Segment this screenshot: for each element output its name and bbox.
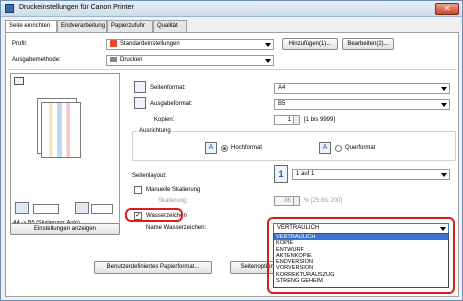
output-method-value: Drucken bbox=[120, 57, 143, 63]
profile-label: Profil: bbox=[12, 41, 28, 47]
duplex-icon[interactable] bbox=[91, 204, 113, 214]
copies-label: Kopien: bbox=[154, 117, 175, 123]
close-button[interactable]: ✕ bbox=[435, 3, 459, 15]
spin-arrows-icon[interactable] bbox=[293, 116, 299, 124]
printer-settings-window: Druckeinstellungen für Canon Printer ✕ S… bbox=[0, 0, 463, 301]
page-layout-value: 1 auf 1 bbox=[296, 171, 315, 177]
output-method-label: Ausgabemethode: bbox=[12, 57, 61, 63]
window-title: Druckeinstellungen für Canon Printer bbox=[19, 4, 134, 11]
output-size-label: Ausgabeformat: bbox=[150, 101, 193, 107]
add-profile-button[interactable]: Hinzufügen(1)... bbox=[282, 38, 338, 50]
page-preview: A4 -> B5 (Skalierung: Auto) bbox=[10, 73, 120, 231]
page-layout-select[interactable]: 1 auf 1 bbox=[292, 169, 450, 180]
page-size-icon bbox=[134, 81, 146, 93]
tab-quality[interactable]: Qualität bbox=[153, 20, 187, 32]
orientation-group: Ausrichtung A Hochformat A Querformat bbox=[132, 128, 456, 161]
divider bbox=[8, 69, 457, 70]
page-size-select[interactable]: A4 bbox=[274, 83, 450, 94]
booklet-icon bbox=[75, 202, 89, 214]
edit-profile-button[interactable]: Bearbeiten(2)... bbox=[342, 38, 394, 50]
output-size-select[interactable]: B5 bbox=[274, 99, 450, 110]
landscape-label: Querformat bbox=[345, 145, 376, 151]
profile-select[interactable]: Standardeinstellungen bbox=[106, 39, 274, 50]
preview-mode-icon[interactable] bbox=[14, 77, 24, 85]
preview-page-front bbox=[41, 102, 81, 158]
chevron-down-icon bbox=[441, 173, 447, 177]
copies-range: [1 bis 9999] bbox=[304, 117, 336, 123]
chevron-down-icon bbox=[265, 43, 271, 47]
watermark-name-label: Name Wasserzeichen: bbox=[146, 225, 207, 231]
show-settings-button[interactable]: Einstellungen anzeigen bbox=[10, 223, 120, 235]
tab-paper-source[interactable]: Papierzufuhr bbox=[107, 20, 153, 32]
layout-icon[interactable] bbox=[33, 204, 59, 214]
chevron-down-icon bbox=[441, 87, 447, 91]
orientation-label: Ausrichtung bbox=[137, 128, 173, 134]
title-bar: Druckeinstellungen für Canon Printer ✕ bbox=[1, 1, 462, 17]
manual-scaling-label: Manuelle Skalierung bbox=[146, 187, 201, 193]
tab-finishing[interactable]: Endverarbeitung bbox=[57, 20, 107, 32]
scaling-label: Skalierung: bbox=[158, 198, 189, 204]
output-size-value: B5 bbox=[278, 101, 286, 107]
watermark-list-highlight bbox=[267, 217, 455, 294]
manual-scaling-checkbox[interactable] bbox=[134, 186, 142, 194]
page-layout-label: Seitenlayout: bbox=[132, 173, 167, 179]
output-size-icon bbox=[134, 97, 146, 109]
page-size-label: Seitenformat: bbox=[150, 85, 186, 91]
portrait-label: Hochformat bbox=[231, 145, 263, 151]
chevron-down-icon bbox=[441, 103, 447, 107]
finishing-icons bbox=[15, 202, 115, 216]
stapler-icon bbox=[15, 202, 29, 214]
scaling-input[interactable]: 86 bbox=[274, 196, 300, 206]
printer-app-icon bbox=[5, 4, 14, 13]
scaling-value: 86 bbox=[284, 198, 291, 204]
landscape-icon: A bbox=[319, 142, 331, 154]
output-method-select[interactable]: Drucken bbox=[106, 55, 274, 66]
printer-icon bbox=[110, 56, 117, 62]
portrait-radio[interactable] bbox=[221, 145, 228, 152]
page-size-value: A4 bbox=[278, 85, 286, 91]
copies-value: 1 bbox=[287, 117, 291, 123]
chevron-down-icon bbox=[265, 59, 271, 63]
copies-input[interactable]: 1 bbox=[274, 115, 300, 125]
landscape-radio[interactable] bbox=[335, 145, 342, 152]
page-layout-icon: 1 bbox=[274, 165, 288, 183]
custom-paper-size-button[interactable]: Benutzerdefiniertes Papierformat... bbox=[94, 261, 212, 274]
watermark-highlight bbox=[125, 208, 183, 222]
profile-icon bbox=[110, 40, 117, 47]
profile-value: Standardeinstellungen bbox=[120, 41, 180, 48]
scaling-range: % [25 bis 200] bbox=[304, 198, 343, 204]
spin-arrows-icon[interactable] bbox=[293, 197, 299, 205]
portrait-icon: A bbox=[205, 142, 217, 154]
